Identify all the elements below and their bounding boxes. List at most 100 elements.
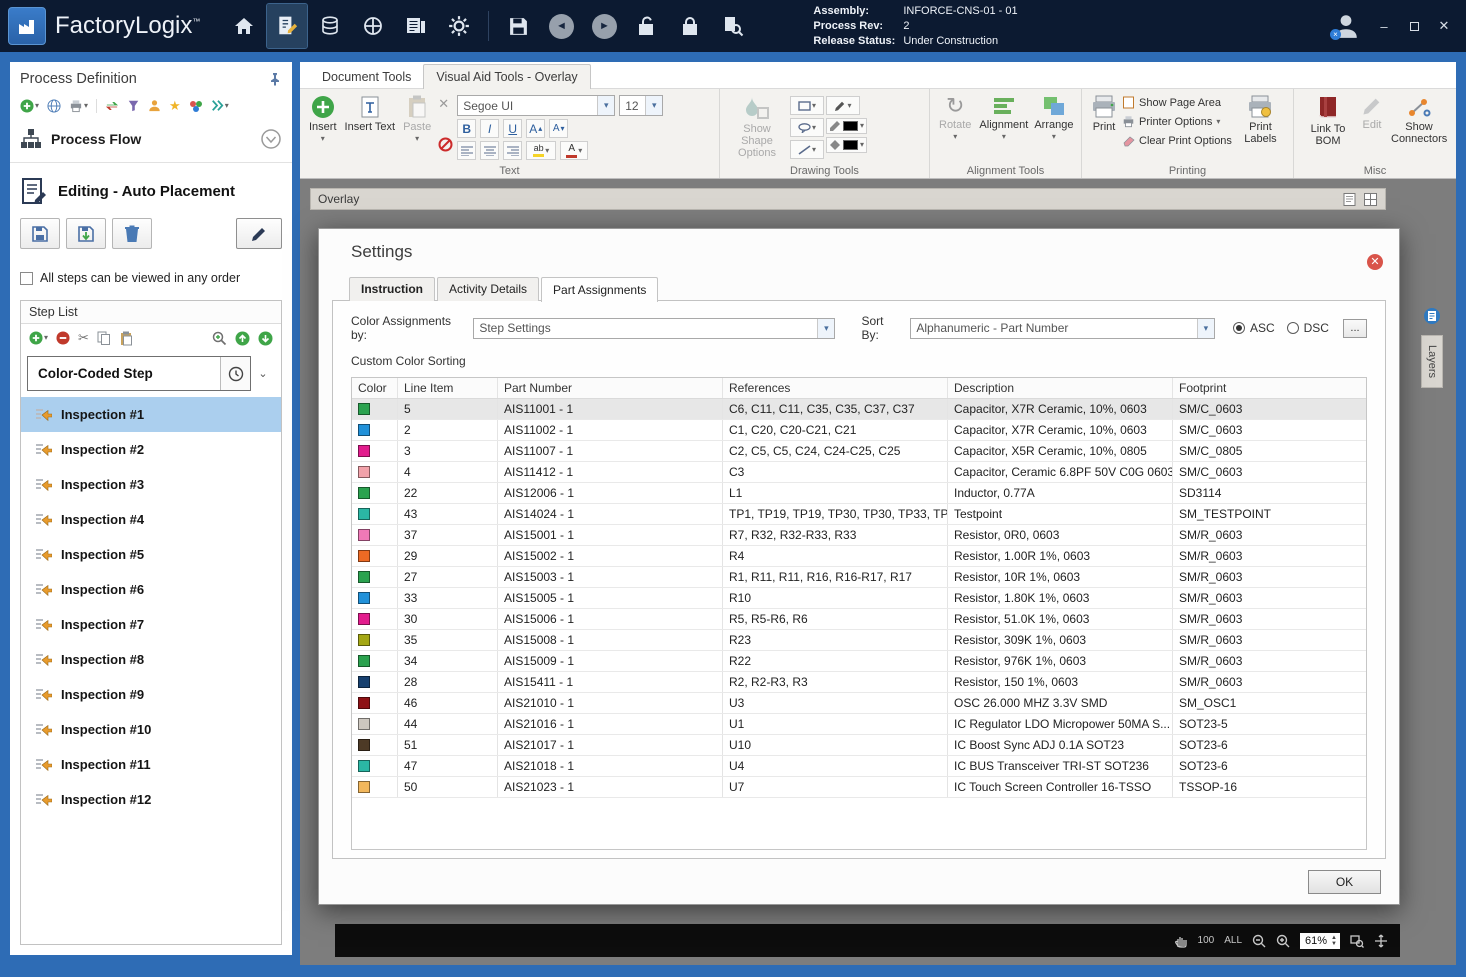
asc-radio[interactable] (1232, 322, 1245, 334)
fill-color-picker[interactable]: ▾ (826, 137, 868, 153)
paste-button[interactable] (119, 331, 133, 346)
audit-search-button[interactable] (713, 4, 753, 48)
column-header[interactable]: Footprint (1173, 378, 1366, 398)
table-row[interactable]: 4 AIS11412 - 1 C3 Capacitor, Ceramic 6.8PF … (352, 462, 1366, 483)
table-row[interactable]: 43 AIS14024 - 1 TP1, TP19, TP19, TP30, TP3… (352, 504, 1366, 525)
table-row[interactable]: 51 AIS21017 - 1 U10 IC Boost Sync ADJ 0.1A … (352, 735, 1366, 756)
canvas-tool-icon[interactable] (1423, 307, 1441, 325)
shrink-font-button[interactable]: A ▾ (549, 119, 569, 138)
process-editor-button[interactable] (266, 3, 309, 49)
pan-hand-button[interactable] (1174, 934, 1188, 948)
column-header[interactable]: References (723, 378, 948, 398)
highlight-color-button[interactable]: ab ▾ (526, 141, 557, 160)
line-tool-button[interactable]: ▾ (790, 140, 824, 159)
step-list-item[interactable]: Inspection #2 (21, 432, 281, 467)
table-row[interactable]: 29 AIS15002 - 1 R4 Resistor, 1.00R 1%, 0603… (352, 546, 1366, 567)
delete-object-button[interactable]: ✕ (438, 96, 453, 112)
bold-button[interactable]: B (457, 119, 477, 138)
step-type-selector[interactable]: Color-Coded Step ⌄ (27, 356, 275, 391)
back-button[interactable]: ◄ (541, 4, 581, 48)
table-row[interactable]: 2 AIS11002 - 1 C1, C20, C20-C21, C21 Capaci… (352, 420, 1366, 441)
home-button[interactable] (224, 4, 264, 48)
table-row[interactable]: 37 AIS15001 - 1 R7, R32, R32-R33, R33 Resis… (352, 525, 1366, 546)
add-process-button[interactable]: ▾ (20, 98, 39, 113)
pan-crosshair-button[interactable] (1374, 934, 1388, 948)
print-process-button[interactable]: ▾ (69, 99, 88, 113)
delete-step-button[interactable] (112, 218, 152, 249)
step-list-item[interactable]: Inspection #5 (21, 537, 281, 572)
import-button[interactable] (66, 218, 106, 249)
insert-text-button[interactable]: Insert Text (342, 92, 399, 136)
table-row[interactable]: 44 AIS21016 - 1 U1 IC Regulator LDO Micropo… (352, 714, 1366, 735)
tab-document-tools[interactable]: Document Tools (310, 65, 423, 88)
zoom-in-button[interactable] (1276, 934, 1290, 948)
insert-button[interactable]: Insert ▾ (306, 92, 340, 146)
page-view-button[interactable] (1342, 192, 1357, 207)
collapse-button[interactable] (260, 128, 282, 150)
table-row[interactable]: 30 AIS15006 - 1 R5, R5-R6, R6 Resistor, 51.… (352, 609, 1366, 630)
table-row[interactable]: 34 AIS15009 - 1 R22 Resistor, 976K 1%, 0603… (352, 651, 1366, 672)
dialog-close-button[interactable]: ✕ (1367, 254, 1383, 270)
order-checkbox-row[interactable]: All steps can be viewed in any order (20, 271, 282, 285)
move-up-button[interactable] (235, 331, 250, 346)
step-list-item[interactable]: Inspection #12 (21, 782, 281, 817)
user-button[interactable]: × (1330, 12, 1360, 40)
align-right-button[interactable] (503, 141, 523, 160)
print-button[interactable]: Print (1088, 92, 1120, 136)
table-row[interactable]: 27 AIS15003 - 1 R1, R11, R11, R16, R16-R17… (352, 567, 1366, 588)
edit-ribbon-button[interactable]: Edit (1358, 92, 1386, 134)
pen-tool-button[interactable]: ▾ (826, 96, 860, 115)
close-button[interactable]: ✕ (1430, 14, 1458, 38)
order-checkbox[interactable] (20, 271, 33, 285)
funnel-button[interactable] (127, 99, 140, 112)
rectangle-tool-button[interactable]: ▾ (790, 96, 824, 115)
paste-ribbon-button[interactable]: Paste ▾ (400, 92, 434, 146)
rotate-button[interactable]: ↻ Rotate ▾ (936, 92, 974, 144)
ok-button[interactable]: OK (1308, 870, 1381, 894)
table-row[interactable]: 5 AIS11001 - 1 C6, C11, C11, C35, C35, C37… (352, 399, 1366, 420)
step-list-item[interactable]: Inspection #6 (21, 572, 281, 607)
table-row[interactable]: 46 AIS21010 - 1 U3 OSC 26.000 MHZ 3.3V SMD S… (352, 693, 1366, 714)
show-connectors-button[interactable]: Show Connectors (1388, 92, 1450, 148)
minimize-button[interactable]: – (1370, 14, 1398, 38)
printer-options-button[interactable]: Printer Options ▾ (1122, 115, 1232, 128)
save-button[interactable] (498, 4, 538, 48)
zoom-out-button[interactable] (1252, 934, 1266, 948)
page-grid-button[interactable] (1363, 192, 1378, 207)
line-color-picker[interactable]: ▾ (826, 118, 868, 134)
color-assignments-select[interactable]: Step Settings ▾ (473, 317, 836, 339)
zoom-all-button[interactable]: ALL (1224, 935, 1242, 946)
copy-button[interactable] (97, 331, 111, 346)
edit-placement-button[interactable] (236, 218, 282, 249)
show-page-area-button[interactable]: Show Page Area (1122, 96, 1232, 109)
column-header[interactable]: Part Number (498, 378, 723, 398)
palette-button[interactable] (189, 99, 203, 113)
forward-button[interactable]: ► (584, 4, 624, 48)
table-row[interactable]: 47 AIS21018 - 1 U4 IC BUS Transceiver TRI-S… (352, 756, 1366, 777)
align-left-button[interactable] (457, 141, 477, 160)
callout-tool-button[interactable]: ▾ (790, 118, 824, 137)
step-list-item[interactable]: Inspection #11 (21, 747, 281, 782)
step-list-item[interactable]: Inspection #1 (21, 397, 281, 432)
italic-button[interactable]: I (480, 119, 500, 138)
globe-button[interactable] (47, 98, 61, 113)
timer-button[interactable] (220, 357, 250, 390)
tab-instruction[interactable]: Instruction (349, 277, 435, 301)
zoom-stepper[interactable]: ▲ ▼ (1331, 935, 1337, 947)
column-header[interactable]: Line Item (398, 378, 498, 398)
font-color-button[interactable]: A ▾ (560, 141, 589, 160)
transfer-button[interactable] (105, 99, 119, 113)
table-row[interactable]: 22 AIS12006 - 1 L1 Inductor, 0.77A SD3114 (352, 483, 1366, 504)
navigate-button[interactable] (353, 4, 393, 48)
step-list-item[interactable]: Inspection #8 (21, 642, 281, 677)
pin-icon[interactable] (268, 72, 282, 86)
more-options-button[interactable]: ... (1342, 318, 1367, 338)
table-row[interactable]: 3 AIS11007 - 1 C2, C5, C5, C24, C24-C25, C… (352, 441, 1366, 462)
grow-font-button[interactable]: A ▴ (526, 119, 546, 138)
show-shape-options-button[interactable]: Show Shape Options (726, 92, 788, 162)
materials-button[interactable] (310, 4, 350, 48)
expand-all-button[interactable]: ▾ (211, 99, 229, 112)
person-button[interactable] (148, 99, 161, 112)
font-size-select[interactable]: 12 ▾ (619, 95, 664, 116)
layers-tab[interactable]: Layers (1421, 335, 1443, 389)
